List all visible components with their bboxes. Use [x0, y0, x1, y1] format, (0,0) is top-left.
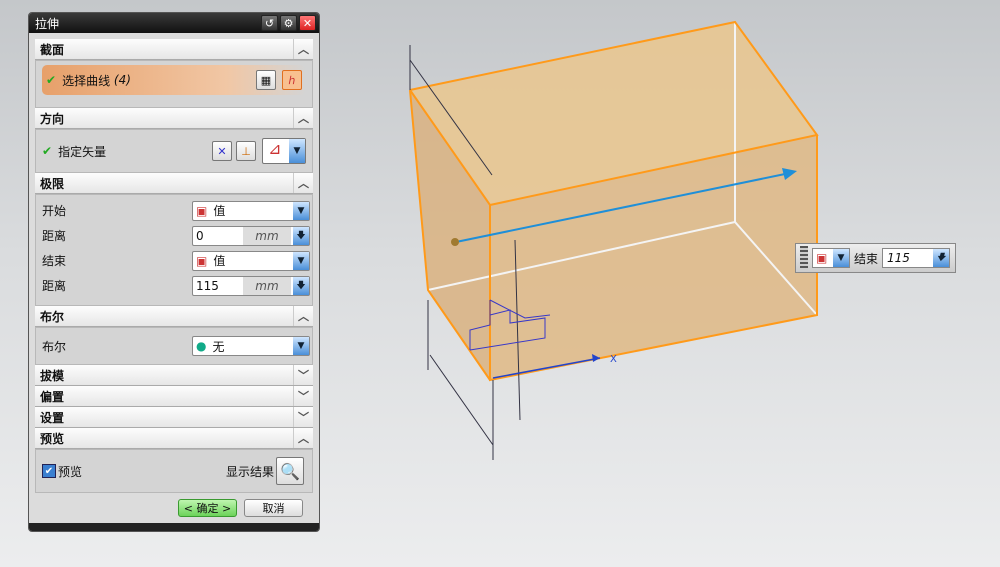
- end-label: 结束: [854, 251, 879, 266]
- boolean-label: 布尔: [42, 339, 67, 354]
- unit-label: mm: [243, 276, 291, 295]
- vector-origin-handle[interactable]: [451, 238, 459, 246]
- x-axis-label: X: [610, 354, 617, 365]
- section-header-draft[interactable]: 拔模 ﹀: [35, 365, 313, 386]
- start-distance-label: 距离: [42, 229, 67, 243]
- ok-button[interactable]: < 确定 >: [178, 499, 237, 517]
- section-label: 截面: [40, 42, 65, 57]
- section-header-preview[interactable]: 预览 ︿: [35, 428, 313, 449]
- chevron-up-icon[interactable]: ︿: [293, 306, 313, 326]
- down-arrow-icon[interactable]: 🡇: [293, 276, 309, 295]
- end-value: 值: [213, 254, 226, 268]
- end-value: 115: [887, 251, 910, 265]
- chevron-up-icon[interactable]: ︿: [293, 173, 313, 193]
- floating-end-input: ▣ ▼ 结束 115 🡇: [795, 243, 956, 273]
- section-header-section[interactable]: 截面 ︿: [35, 39, 313, 60]
- end-distance-label: 距离: [42, 279, 67, 293]
- end-value-field[interactable]: 115 🡇: [882, 248, 951, 268]
- boolean-select[interactable]: ● 无 ▼: [192, 336, 310, 356]
- dropdown-arrow-icon[interactable]: ▼: [293, 251, 309, 270]
- start-distance-input[interactable]: 0 mm 🡇: [192, 225, 310, 246]
- reverse-direction-icon[interactable]: ✕: [212, 141, 232, 161]
- chevron-down-icon[interactable]: ﹀: [293, 386, 313, 406]
- dialog-title: 拉伸: [35, 16, 60, 31]
- end-type-select[interactable]: ▣ 值 ▼: [192, 250, 310, 271]
- reset-icon[interactable]: ↺: [261, 15, 278, 31]
- dropdown-arrow-icon[interactable]: ▼: [833, 249, 849, 267]
- vector-dialog-icon[interactable]: ⊥: [236, 141, 256, 161]
- end-label: 结束: [42, 254, 67, 268]
- curve-count: (4): [113, 73, 131, 87]
- section-label: 设置: [40, 410, 65, 425]
- value-cube-icon: ▣: [816, 251, 828, 265]
- cancel-button[interactable]: 取消: [244, 499, 303, 517]
- section-label: 方向: [40, 111, 65, 126]
- chevron-up-icon[interactable]: ︿: [293, 428, 313, 448]
- extrude-dialog: 拉伸 ↺ ⚙ ✕ 截面 ︿ ✔ 选择曲线 (4) ▦ ℎ 方向 ︿ ✔ 指定矢量 ✕ ⊥ ⊿…: [28, 12, 320, 532]
- magnifier-icon[interactable]: 🔍: [276, 457, 304, 485]
- value-cube-icon: ▣: [196, 203, 208, 218]
- section-header-settings[interactable]: 设置 ﹀: [35, 407, 313, 428]
- preview-checkbox-label: 预览: [58, 464, 83, 479]
- end-type-combo[interactable]: ▣ ▼: [812, 248, 850, 268]
- dialog-titlebar: 拉伸 ↺ ⚙ ✕: [29, 13, 319, 33]
- section-header-boolean[interactable]: 布尔 ︿: [35, 306, 313, 327]
- dropdown-arrow-icon[interactable]: ▼: [293, 201, 309, 220]
- sketch-section-icon[interactable]: ▦: [256, 70, 276, 90]
- value-cube-icon: ▣: [196, 253, 208, 268]
- gear-icon[interactable]: ⚙: [280, 15, 297, 31]
- dialog-bottom-bar: [29, 523, 319, 531]
- start-label: 开始: [42, 204, 67, 218]
- drag-handle[interactable]: [800, 246, 808, 270]
- section-header-direction[interactable]: 方向 ︿: [35, 108, 313, 129]
- start-distance-value: 0: [196, 228, 204, 243]
- down-arrow-icon[interactable]: 🡇: [293, 226, 309, 245]
- select-curve-label: 选择曲线: [62, 73, 111, 88]
- dropdown-arrow-icon[interactable]: ▼: [289, 139, 305, 163]
- boolean-none-icon: ●: [196, 339, 207, 353]
- section-label: 极限: [40, 176, 65, 191]
- close-icon[interactable]: ✕: [299, 15, 316, 31]
- end-distance-value: 115: [196, 278, 219, 293]
- boolean-value: 无: [212, 339, 225, 354]
- section-label: 拔模: [40, 368, 65, 383]
- section-header-offset[interactable]: 偏置 ﹀: [35, 386, 313, 407]
- section-header-limits[interactable]: 极限 ︿: [35, 173, 313, 194]
- vector-type-combo[interactable]: ⊿ ▼: [262, 138, 306, 164]
- start-value: 值: [213, 204, 226, 218]
- dropdown-arrow-icon[interactable]: ▼: [293, 337, 309, 355]
- preview-checkbox[interactable]: ✔: [42, 464, 56, 478]
- start-type-select[interactable]: ▣ 值 ▼: [192, 200, 310, 221]
- down-arrow-icon[interactable]: 🡇: [933, 249, 950, 267]
- unit-label: mm: [243, 226, 291, 245]
- section-label: 偏置: [40, 389, 65, 404]
- chevron-down-icon[interactable]: ﹀: [293, 365, 313, 385]
- chevron-up-icon[interactable]: ︿: [293, 39, 313, 59]
- check-icon: ✔: [46, 73, 57, 87]
- chevron-down-icon[interactable]: ﹀: [293, 407, 313, 427]
- select-curve-row[interactable]: ✔ 选择曲线 (4) ▦ ℎ: [42, 65, 306, 95]
- section-label: 预览: [40, 431, 65, 446]
- chevron-up-icon[interactable]: ︿: [293, 108, 313, 128]
- end-distance-input[interactable]: 115 mm 🡇: [192, 275, 310, 296]
- specify-vector-label: 指定矢量: [58, 144, 107, 159]
- show-result-label: 显示结果: [225, 464, 274, 479]
- curve-icon[interactable]: ℎ: [282, 70, 302, 90]
- check-icon: ✔: [42, 144, 53, 158]
- section-label: 布尔: [40, 309, 65, 324]
